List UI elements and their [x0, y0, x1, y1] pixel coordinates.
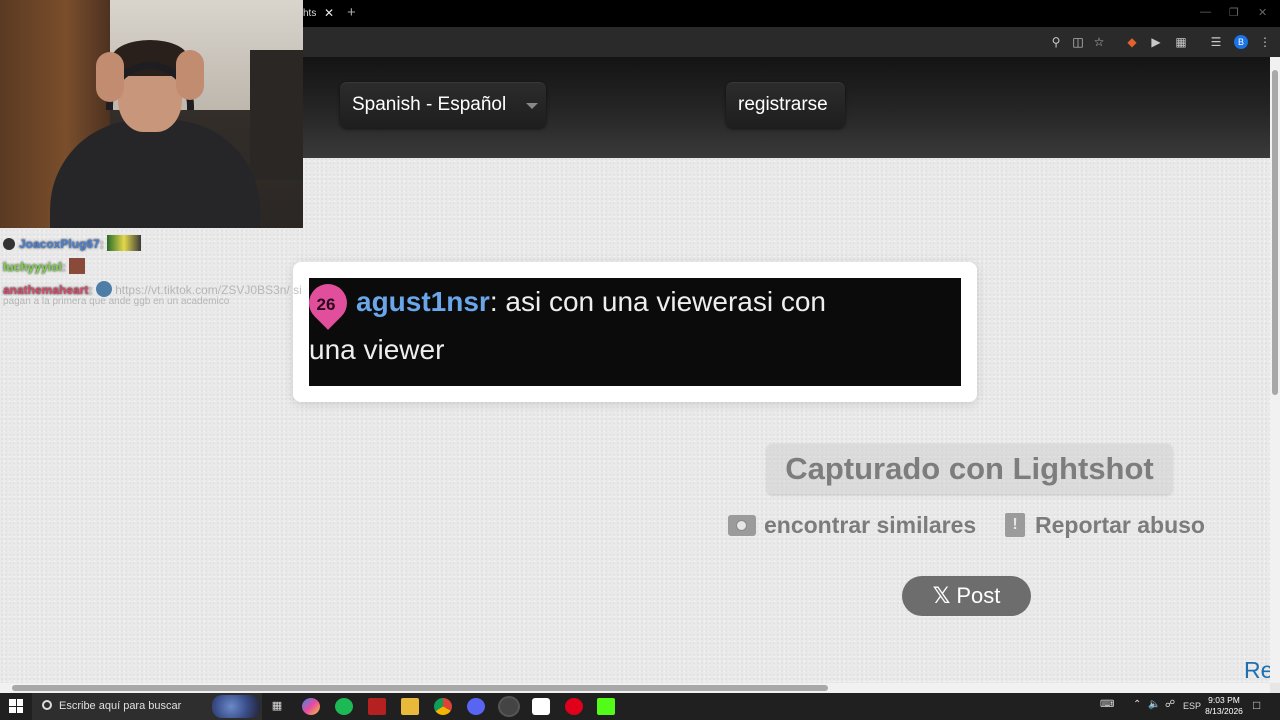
user-badge-icon	[3, 238, 15, 250]
media-control-icon[interactable]: ☰	[1208, 34, 1224, 50]
emote-icon	[107, 235, 142, 251]
language-select[interactable]: Spanish - Español	[340, 82, 546, 128]
clock-date: 8/13/2026	[1205, 706, 1243, 716]
cast-icon[interactable]: ◫	[1070, 34, 1086, 50]
post-on-x-button[interactable]: 𝕏 Post	[902, 576, 1031, 616]
language-label: Spanish - Español	[352, 94, 507, 115]
extensions-icon[interactable]: ▦	[1173, 34, 1189, 50]
x-logo-icon: 𝕏	[932, 583, 951, 608]
clipboard-alert-icon	[1005, 513, 1025, 537]
chat-line: anathemaheart: https://vt.tiktok.com/ZSV…	[3, 281, 302, 297]
chevron-down-icon	[526, 103, 538, 109]
find-similar-label: encontrar similares	[764, 512, 977, 538]
search-placeholder: Escribe aquí para buscar	[59, 700, 182, 712]
menu-kebab-icon[interactable]: ⋮	[1257, 34, 1273, 50]
profile-avatar[interactable]: B	[1234, 35, 1248, 49]
kick-icon[interactable]	[597, 698, 615, 715]
screenshot-card: 26 agust1nsr: asi con una viewerasi con …	[293, 262, 977, 402]
corner-link-fragment[interactable]: Re	[1244, 657, 1270, 683]
show-hidden-icons-chevron-up-icon[interactable]: ⌃	[1133, 699, 1141, 710]
badge-number: 26	[316, 295, 336, 314]
new-tab-button[interactable]: +	[347, 4, 356, 21]
chat-separator: :	[88, 283, 93, 297]
taskbar-clock[interactable]: 9:03 PM 8/13/2026	[1201, 695, 1247, 717]
close-window-icon[interactable]: ✕	[1258, 6, 1267, 19]
find-similar-link[interactable]: encontrar similares	[728, 510, 976, 540]
screenshot-image[interactable]: 26 agust1nsr: asi con una viewerasi con …	[309, 278, 961, 386]
search-icon	[42, 700, 52, 710]
camera-icon	[728, 515, 756, 536]
input-language[interactable]: ESP	[1183, 701, 1201, 711]
taskbar-search[interactable]: Escribe aquí para buscar	[32, 693, 262, 720]
restore-icon[interactable]: ❐	[1229, 6, 1239, 19]
chat-line: luchyyyiol:	[3, 258, 86, 274]
windows-start-icon[interactable]	[9, 699, 23, 713]
chat-message-text: : asi con una viewerasi con	[489, 286, 827, 317]
tab-title[interactable]: hts	[303, 8, 316, 19]
obs-icon[interactable]	[500, 698, 518, 715]
chat-user: luchyyyiol	[3, 260, 62, 274]
chat-user: anathemaheart	[3, 283, 89, 297]
spotify-icon[interactable]	[335, 698, 353, 715]
chat-username: agust1nsr	[356, 286, 490, 317]
report-abuse-label: Reportar abuso	[1035, 512, 1205, 538]
zoom-icon[interactable]: ⚲	[1048, 34, 1064, 50]
webcam-window	[250, 50, 303, 180]
task-view-icon[interactable]: ▦	[268, 698, 286, 715]
globe-icon	[95, 281, 112, 297]
vertical-scrollbar[interactable]	[1270, 57, 1280, 683]
clock-time: 9:03 PM	[1208, 695, 1240, 705]
opera-icon[interactable]	[565, 698, 583, 715]
webcam-hand-left	[96, 52, 124, 102]
horizontal-scrollbar[interactable]	[0, 683, 1270, 693]
captured-with-lightshot[interactable]: Capturado con Lightshot	[767, 444, 1172, 494]
report-abuse-link[interactable]: Reportar abuso	[1005, 510, 1205, 540]
post-label: Post	[956, 583, 1001, 608]
file-explorer-icon[interactable]	[401, 698, 419, 715]
chat-message-line2: una viewer	[309, 334, 445, 365]
chat-user: JoacoxPlug67	[19, 237, 100, 251]
chat-faded-text: https://vt.tiktok.com/ZSVJ0BS3n/ si	[115, 283, 302, 297]
notifications-icon[interactable]: □	[1253, 698, 1260, 712]
volume-icon[interactable]: 🔈	[1148, 699, 1160, 710]
bookmark-star-icon[interactable]: ☆	[1091, 34, 1107, 50]
copilot-icon[interactable]	[302, 698, 320, 715]
chat-separator: :	[99, 237, 104, 251]
chrome-icon[interactable]	[434, 698, 452, 715]
discord-icon[interactable]	[467, 698, 485, 715]
chat-line: JoacoxPlug67:	[3, 235, 142, 251]
horizontal-scroll-thumb[interactable]	[12, 685, 828, 691]
chat-separator: :	[61, 260, 66, 274]
emote-icon	[69, 258, 86, 274]
register-button[interactable]: registrarse	[726, 82, 845, 128]
chat-faded-line: pagan a la primera que ande ggb en un ac…	[3, 296, 230, 307]
extension-fox-icon[interactable]: ◆	[1124, 34, 1140, 50]
webcam-hand-right	[176, 50, 204, 100]
webcam-overlay	[0, 0, 303, 228]
chat-message-line1: agust1nsr: asi con una viewerasi con	[356, 286, 826, 318]
windows-taskbar: Escribe aquí para buscar ▦ ⌨ ⌃ 🔈 ☍ ESP 9…	[0, 693, 1280, 720]
extension-play-icon[interactable]: ▶	[1148, 34, 1164, 50]
minimize-icon[interactable]: —	[1200, 6, 1211, 18]
roblox-icon[interactable]	[532, 698, 550, 715]
vertical-scroll-thumb[interactable]	[1272, 70, 1278, 395]
keyboard-icon[interactable]: ⌨	[1100, 699, 1114, 710]
video-app-icon[interactable]	[368, 698, 386, 715]
search-highlight-icon	[212, 695, 260, 718]
network-icon[interactable]: ☍	[1165, 699, 1175, 710]
tab-close-icon[interactable]: ✕	[324, 6, 334, 20]
